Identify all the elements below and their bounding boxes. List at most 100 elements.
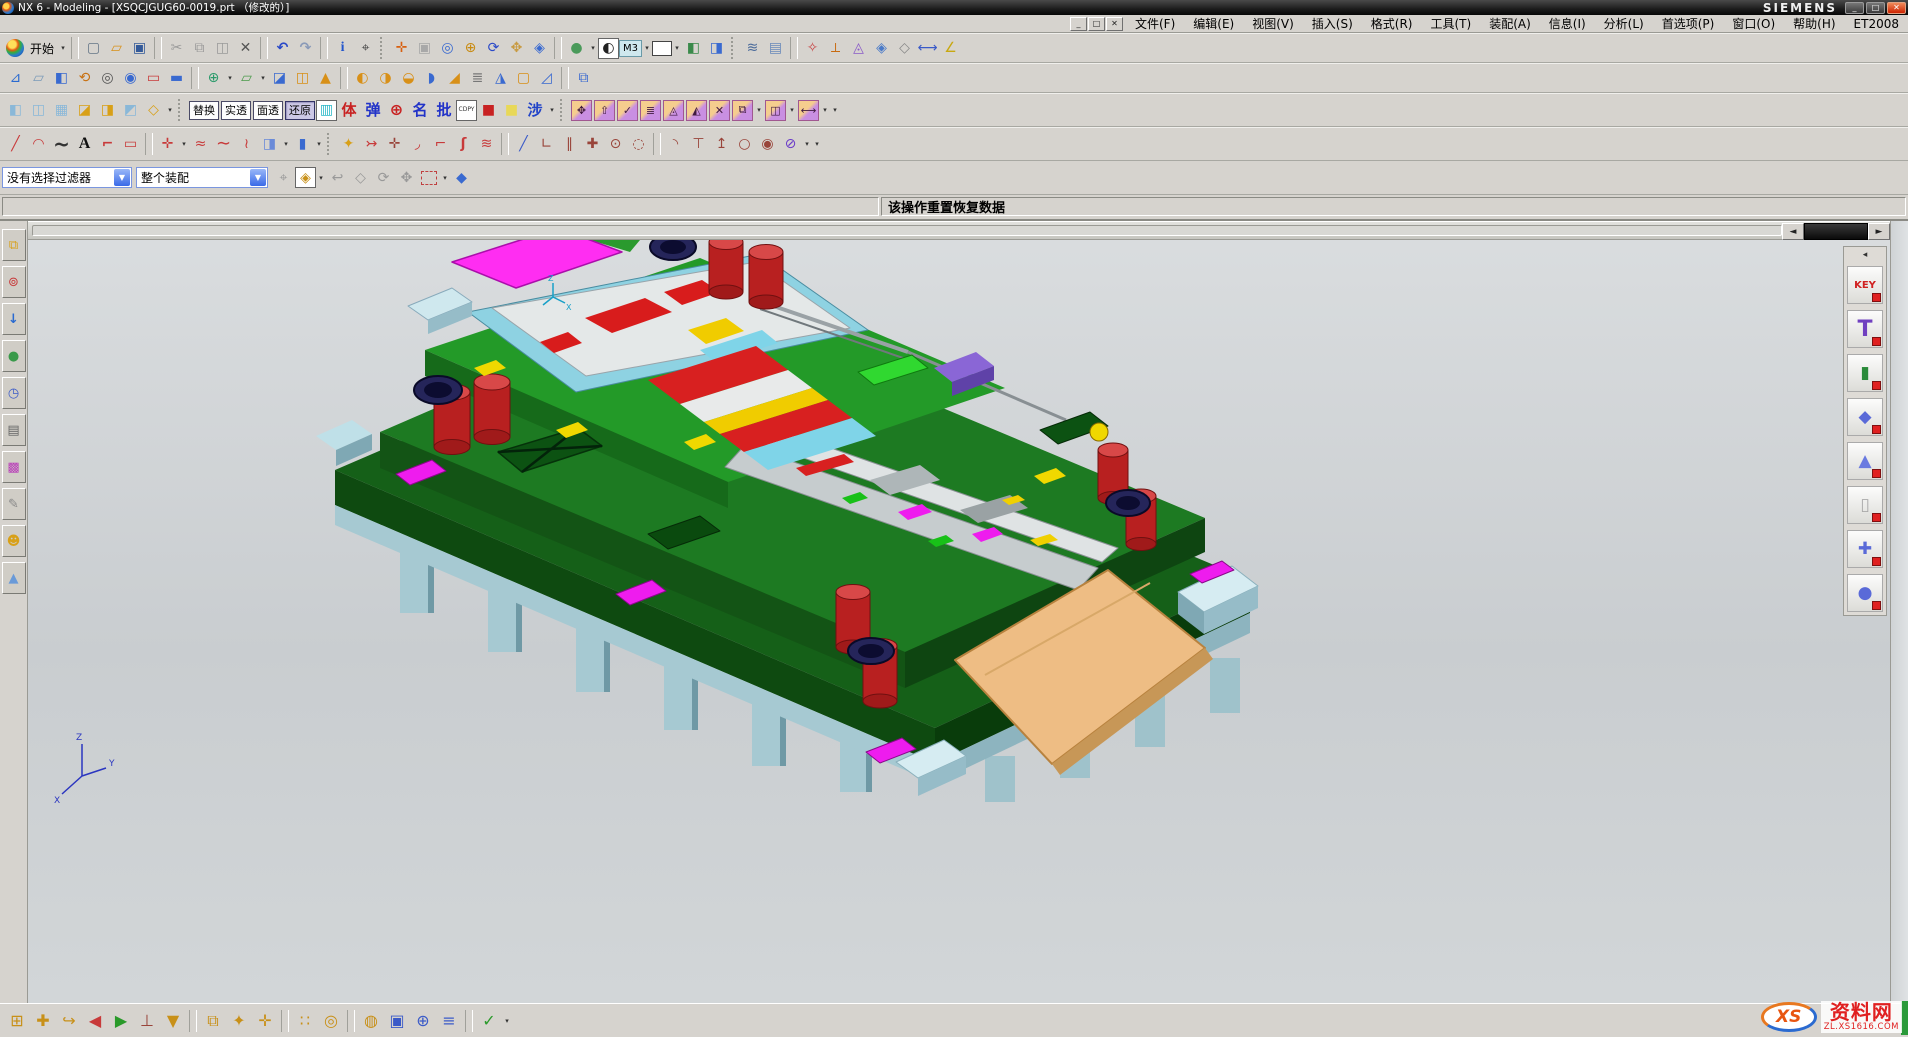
blue-die-part-thumb[interactable]: ◆ (1847, 398, 1883, 436)
face-translucency-button[interactable]: 面透 (253, 101, 283, 120)
shell-icon[interactable]: ▢ (512, 67, 535, 90)
perspective-icon[interactable]: ◈ (528, 37, 551, 60)
grab-select-icon[interactable]: ✥ (395, 166, 418, 189)
move-face-icon[interactable]: ✥ (571, 100, 592, 121)
batch-char-icon[interactable]: 批 (432, 99, 456, 122)
stripes-display-icon[interactable]: ▥ (316, 100, 337, 121)
circle-target-dropdown-icon[interactable]: ▾ (802, 133, 812, 155)
horizontal-scrollbar[interactable]: ◄ ► (28, 221, 1890, 240)
cylinder-icon[interactable]: ◫ (291, 67, 314, 90)
yellow-cube-icon[interactable]: ■ (500, 99, 523, 122)
create-new-component-icon[interactable]: ✚ (30, 1008, 56, 1034)
char-overflow-icon[interactable]: ▾ (547, 99, 557, 121)
pan-view-icon[interactable]: ✥ (505, 37, 528, 60)
involve-char-icon[interactable]: 涉 (523, 99, 547, 122)
offset-region-icon[interactable]: ✓ (617, 100, 638, 121)
trim-curve-icon[interactable]: ↣ (360, 133, 383, 156)
minimize-button[interactable]: _ (1845, 2, 1864, 14)
red-cube-icon[interactable]: ■ (477, 99, 500, 122)
open-file-icon[interactable]: ▱ (105, 37, 128, 60)
graphics-window[interactable]: Z X Z Y X ◄ ► (28, 221, 1890, 1003)
child-restore-button[interactable]: □ (1088, 17, 1105, 31)
dropdown-arrow-icon[interactable]: ▼ (250, 169, 266, 186)
pad-icon[interactable]: ▬ (165, 67, 188, 90)
zoom-in-out-icon[interactable]: ⊕ (459, 37, 482, 60)
row-overflow-icon[interactable]: ▾ (830, 99, 840, 121)
menu-format[interactable]: 格式(R) (1362, 14, 1422, 33)
rendering-style-icon[interactable]: ● (565, 37, 588, 60)
copy-face-icon[interactable]: ⧉ (732, 100, 753, 121)
deselect-icon[interactable]: ↩ (326, 166, 349, 189)
copy-icon[interactable]: ⧉ (188, 37, 211, 60)
replace-button[interactable]: 替换 (189, 101, 219, 120)
paste-face-icon[interactable]: ◫ (765, 100, 786, 121)
resize-blend-icon[interactable]: ⟷ (798, 100, 819, 121)
remember-constraints-icon[interactable]: ▼ (160, 1008, 186, 1034)
cone-icon[interactable]: ▲ (314, 67, 337, 90)
plane-dropdown-icon[interactable]: ▾ (258, 67, 268, 89)
key-doc-icon[interactable]: ✦ (337, 133, 360, 156)
restore-button[interactable]: □ (1866, 2, 1885, 14)
orient-view-icon[interactable]: ◬ (847, 37, 870, 60)
add-component-icon[interactable]: ⊞ (4, 1008, 30, 1034)
spline-icon[interactable]: ~ (50, 133, 73, 156)
move-component-icon[interactable]: ↪ (56, 1008, 82, 1034)
fit-view-icon[interactable]: ✛ (390, 37, 413, 60)
key-part-thumb[interactable]: KEY (1847, 266, 1883, 304)
trim-body-icon[interactable]: ◮ (489, 67, 512, 90)
intersect-icon[interactable]: ◒ (397, 67, 420, 90)
start-button[interactable]: 开始 (26, 38, 58, 59)
solid-translucency-button[interactable]: 实透 (221, 101, 251, 120)
divide-curve-icon[interactable]: ✛ (383, 133, 406, 156)
point-dropdown-icon[interactable]: ▾ (179, 133, 189, 155)
draft-icon[interactable]: ◿ (535, 67, 558, 90)
n-sided-surface-icon[interactable]: ◇ (142, 99, 165, 122)
save-icon[interactable]: ▣ (128, 37, 151, 60)
menu-preferences[interactable]: 首选项(P) (1653, 14, 1724, 33)
subtract-icon[interactable]: ◑ (374, 67, 397, 90)
child-close-button[interactable]: ✕ (1106, 17, 1123, 31)
snap-point-icon[interactable]: ◈ (870, 37, 893, 60)
point-constructor-icon[interactable]: ◇ (893, 37, 916, 60)
point-icon[interactable]: ✛ (156, 133, 179, 156)
unite-icon[interactable]: ◐ (351, 67, 374, 90)
scroll-right-icon[interactable]: ► (1868, 223, 1890, 240)
bottom-overflow-icon[interactable]: ▾ (502, 1010, 512, 1032)
component-view-icon[interactable]: ▣ (384, 1008, 410, 1034)
delete-face-icon[interactable]: ✕ (709, 100, 730, 121)
layer-visible-icon[interactable]: ▤ (764, 37, 787, 60)
pull-face-icon[interactable]: ⇧ (594, 100, 615, 121)
shaded-cube-icon[interactable]: ◆ (450, 166, 473, 189)
selection-filter-dropdown[interactable]: 没有选择过滤器 ▼ (2, 167, 132, 188)
edge-blend-icon[interactable]: ◗ (420, 67, 443, 90)
boss-icon[interactable]: ◉ (119, 67, 142, 90)
green-block-part-thumb[interactable]: ▮ (1847, 354, 1883, 392)
extract-curve-icon[interactable]: ▮ (291, 133, 314, 156)
assembly-navigator-tab[interactable]: ⧉ (2, 229, 26, 261)
stretch-curve-icon[interactable]: ʃ (452, 133, 475, 156)
marquee-dropdown-icon[interactable]: ▾ (440, 167, 450, 189)
offset-curve-icon[interactable]: ≋ (475, 133, 498, 156)
link-info-icon[interactable]: ⊕ (410, 1008, 436, 1034)
close-button[interactable]: ✕ (1887, 2, 1906, 14)
center-target-icon[interactable]: ⊕ (385, 99, 408, 122)
fillet-curve-icon[interactable]: ◞ (406, 133, 429, 156)
dropdown-arrow-icon[interactable]: ▼ (114, 169, 130, 186)
text-icon[interactable]: A (73, 133, 96, 156)
constraint-navigator-tab[interactable]: ⊚ (2, 266, 26, 298)
menu-information[interactable]: 信息(I) (1540, 14, 1595, 33)
blob-part-thumb[interactable]: ● (1847, 574, 1883, 612)
circle2-icon[interactable]: ○ (733, 133, 756, 156)
m3-dropdown-icon[interactable]: ▾ (642, 37, 652, 59)
circle-target-icon[interactable]: ⊘ (779, 133, 802, 156)
menu-insert[interactable]: 插入(S) (1303, 14, 1362, 33)
scroll-thumb[interactable] (1804, 223, 1868, 240)
import-view-icon[interactable]: ◨ (705, 37, 728, 60)
pocket-icon[interactable]: ▭ (142, 67, 165, 90)
chamfer-curve-icon[interactable]: ⌐ (429, 133, 452, 156)
zoom-box-icon[interactable]: ▣ (413, 37, 436, 60)
menu-window[interactable]: 窗口(O) (1723, 14, 1784, 33)
scene-tab[interactable]: ▲ (2, 562, 26, 594)
swept-icon[interactable]: ◪ (73, 99, 96, 122)
scroll-left-icon[interactable]: ◄ (1782, 223, 1804, 240)
